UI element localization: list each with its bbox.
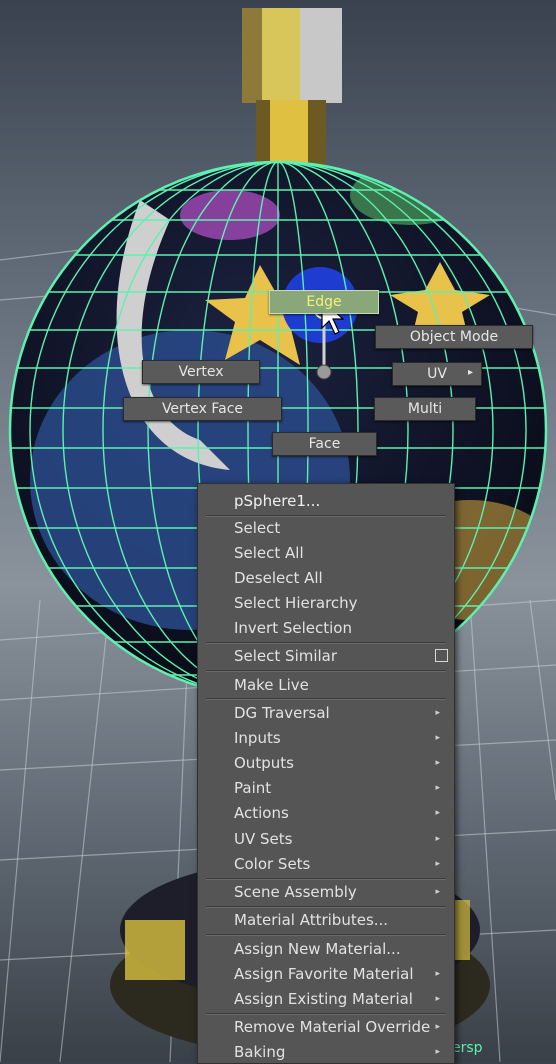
menu-item-assign-new-material[interactable]: Assign New Material... (198, 937, 454, 962)
menu-divider (206, 698, 446, 700)
menu-item-label: Select Similar (234, 647, 338, 665)
marking-menu-uv[interactable]: UV ▸ (392, 362, 482, 386)
menu-item-label: Paint (234, 779, 272, 797)
submenu-arrow-icon: ▸ (435, 1022, 440, 1032)
menu-divider (206, 934, 446, 936)
menu-item-assign-favorite-material[interactable]: Assign Favorite Material ▸ (198, 962, 454, 987)
submenu-arrow-icon: ▸ (435, 1047, 440, 1057)
menu-item-select-hierarchy[interactable]: Select Hierarchy (198, 591, 454, 616)
submenu-arrow-icon: ▸ (435, 733, 440, 743)
marking-menu-edge[interactable]: Edge (269, 290, 379, 314)
marking-menu-face[interactable]: Face (272, 432, 377, 456)
camera-label: ersp (452, 1040, 483, 1056)
menu-item-label: DG Traversal (234, 704, 330, 722)
menu-item-label: Scene Assembly (234, 883, 357, 901)
menu-item-dg-traversal[interactable]: DG Traversal ▸ (198, 701, 454, 726)
menu-item-scene-assembly[interactable]: Scene Assembly ▸ (198, 880, 454, 905)
menu-item-label: Baking (234, 1043, 286, 1061)
menu-item-label: Assign New Material... (234, 940, 401, 958)
option-box-icon[interactable] (435, 649, 448, 662)
menu-item-label: Remove Material Override (234, 1018, 431, 1036)
menu-item-paint[interactable]: Paint ▸ (198, 776, 454, 801)
menu-item-outputs[interactable]: Outputs ▸ (198, 751, 454, 776)
submenu-arrow-icon: ▸ (435, 859, 440, 869)
menu-item-select-all[interactable]: Select All (198, 541, 454, 566)
submenu-arrow-icon: ▸ (435, 808, 440, 818)
menu-item-label: Invert Selection (234, 619, 352, 637)
submenu-arrow-icon: ▸ (467, 367, 473, 378)
menu-item-invert-selection[interactable]: Invert Selection (198, 616, 454, 641)
submenu-arrow-icon: ▸ (435, 758, 440, 768)
marking-menu-vertex[interactable]: Vertex (142, 360, 260, 384)
menu-item-label: Select All (234, 544, 304, 562)
menu-item-label: Outputs (234, 754, 294, 772)
menu-item-remove-material-override[interactable]: Remove Material Override ▸ (198, 1015, 454, 1040)
submenu-arrow-icon: ▸ (435, 969, 440, 979)
submenu-arrow-icon: ▸ (435, 887, 440, 897)
marking-menu-vertex-face[interactable]: Vertex Face (123, 397, 282, 421)
menu-item-label: Material Attributes... (234, 911, 389, 929)
ornament-cap (242, 8, 342, 165)
submenu-arrow-icon: ▸ (435, 834, 440, 844)
marking-menu-uv-label: UV (427, 366, 447, 382)
menu-item-label: Color Sets (234, 855, 311, 873)
menu-item-assign-existing-material[interactable]: Assign Existing Material ▸ (198, 987, 454, 1012)
menu-item-color-sets[interactable]: Color Sets ▸ (198, 852, 454, 877)
menu-item-label: Select Hierarchy (234, 594, 358, 612)
menu-item-actions[interactable]: Actions ▸ (198, 801, 454, 826)
marking-menu-object-mode[interactable]: Object Mode (375, 325, 533, 349)
menu-item-uv-sets[interactable]: UV Sets ▸ (198, 827, 454, 852)
menu-item-material-attributes[interactable]: Material Attributes... (198, 908, 454, 933)
menu-item-label: Select (234, 519, 281, 537)
submenu-arrow-icon: ▸ (435, 994, 440, 1004)
menu-item-label: Actions (234, 804, 289, 822)
menu-item-label: Make Live (234, 676, 309, 694)
context-menu: pSphere1... Select Select All Deselect A… (197, 483, 455, 1064)
menu-item-label: pSphere1... (234, 492, 321, 510)
menu-item-select-similar[interactable]: Select Similar (198, 644, 454, 669)
menu-item-inputs[interactable]: Inputs ▸ (198, 726, 454, 751)
menu-item-label: UV Sets (234, 830, 293, 848)
menu-item-baking[interactable]: Baking ▸ (198, 1040, 454, 1063)
menu-item-label: Inputs (234, 729, 281, 747)
menu-item-make-live[interactable]: Make Live (198, 673, 454, 698)
menu-divider (206, 670, 446, 672)
marking-menu-multi[interactable]: Multi (374, 397, 476, 421)
context-menu-object-name[interactable]: pSphere1... (198, 489, 454, 514)
submenu-arrow-icon: ▸ (435, 783, 440, 793)
menu-item-select[interactable]: Select (198, 516, 454, 541)
menu-item-label: Assign Existing Material (234, 990, 413, 1008)
menu-item-label: Assign Favorite Material (234, 965, 414, 983)
submenu-arrow-icon: ▸ (435, 708, 440, 718)
menu-item-label: Deselect All (234, 569, 323, 587)
menu-item-deselect-all[interactable]: Deselect All (198, 566, 454, 591)
